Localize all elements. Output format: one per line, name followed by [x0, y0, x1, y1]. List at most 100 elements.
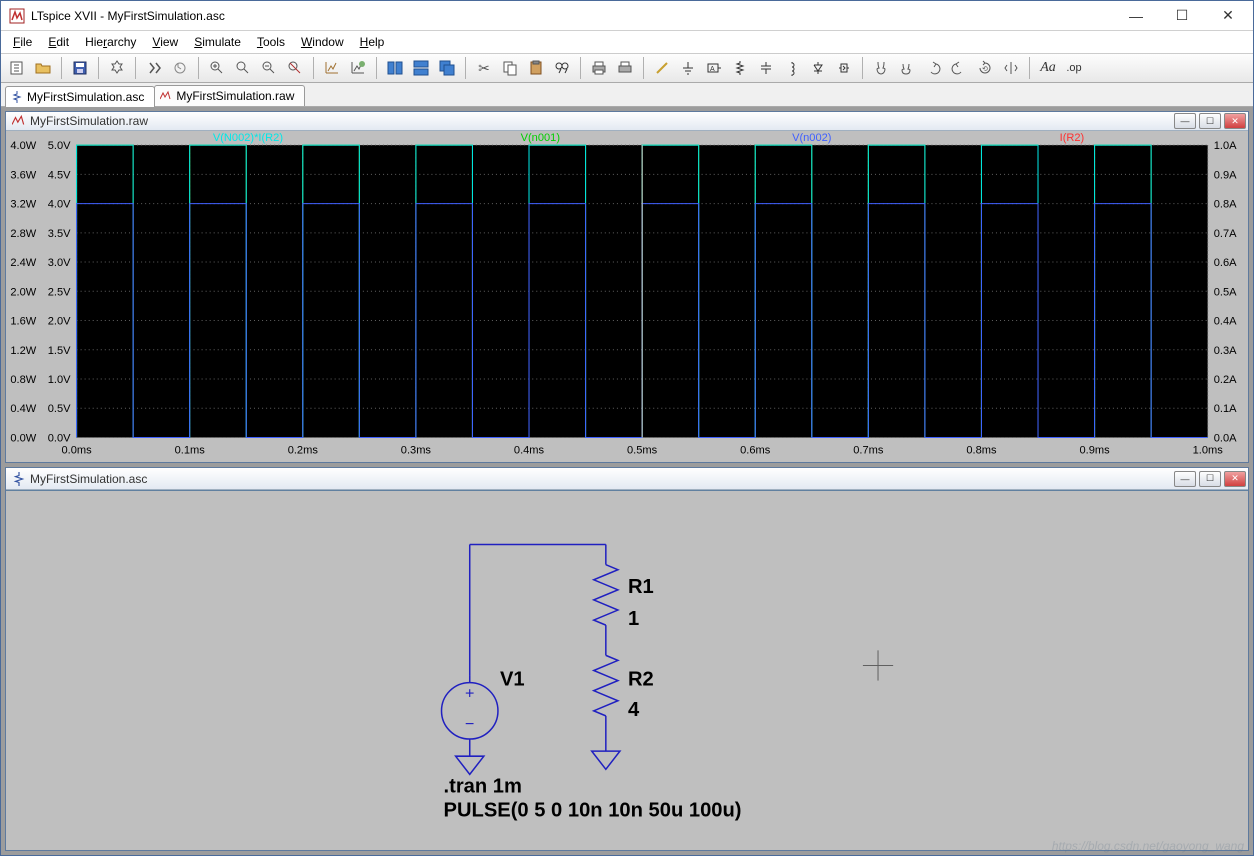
- move-button[interactable]: [869, 56, 893, 80]
- capacitor-button[interactable]: [754, 56, 778, 80]
- svg-text:0.5A: 0.5A: [1214, 287, 1237, 299]
- menu-hierarchy[interactable]: Hierarchy: [77, 33, 144, 51]
- waveform-minimize-button[interactable]: —: [1174, 113, 1196, 129]
- watermark: https://blog.csdn.net/gaoyong_wang: [1052, 839, 1244, 853]
- svg-text:1.0ms: 1.0ms: [1193, 445, 1224, 457]
- component-button[interactable]: [832, 56, 856, 80]
- waveform-icon: [12, 114, 26, 128]
- svg-text:4.0W: 4.0W: [10, 140, 36, 152]
- menu-file[interactable]: File: [5, 33, 40, 51]
- window-minimize-button[interactable]: —: [1113, 1, 1159, 31]
- redo-button[interactable]: [947, 56, 971, 80]
- svg-text:⟲: ⟲: [982, 66, 988, 73]
- add-trace-button[interactable]: [346, 56, 370, 80]
- control-panel-button[interactable]: [105, 56, 129, 80]
- zoom-fit-button[interactable]: [283, 56, 307, 80]
- diode-button[interactable]: [806, 56, 830, 80]
- pan-button[interactable]: [231, 56, 255, 80]
- svg-text:0.0V: 0.0V: [48, 433, 71, 445]
- ground-button[interactable]: [676, 56, 700, 80]
- svg-text:0.8A: 0.8A: [1214, 199, 1237, 211]
- svg-text:4: 4: [628, 699, 640, 721]
- tile-horizontal-button[interactable]: [409, 56, 433, 80]
- tab-label: MyFirstSimulation.asc: [27, 90, 144, 104]
- svg-text:3.0V: 3.0V: [48, 257, 71, 269]
- svg-text:−: −: [465, 715, 474, 733]
- cut-button[interactable]: ✂: [472, 56, 496, 80]
- svg-text:0.3ms: 0.3ms: [401, 445, 432, 457]
- svg-text:0.5V: 0.5V: [48, 404, 71, 416]
- new-schematic-button[interactable]: [5, 56, 29, 80]
- svg-text:0.7ms: 0.7ms: [853, 445, 884, 457]
- schematic-canvas[interactable]: +−V1R11R24.tran 1mPULSE(0 5 0 10n 10n 50…: [6, 491, 1248, 850]
- waveform-maximize-button[interactable]: ☐: [1199, 113, 1221, 129]
- inductor-button[interactable]: [780, 56, 804, 80]
- tile-windows-button[interactable]: [383, 56, 407, 80]
- print-setup-button[interactable]: [613, 56, 637, 80]
- undo-button[interactable]: [921, 56, 945, 80]
- save-button[interactable]: [68, 56, 92, 80]
- svg-text:I(R2): I(R2): [1060, 132, 1085, 144]
- drag-button[interactable]: [895, 56, 919, 80]
- waveform-titlebar[interactable]: MyFirstSimulation.raw — ☐ ✕: [6, 112, 1248, 131]
- schematic-maximize-button[interactable]: ☐: [1199, 471, 1221, 487]
- window-titlebar: LTspice XVII - MyFirstSimulation.asc — ☐…: [1, 1, 1253, 31]
- menu-help[interactable]: Help: [352, 33, 393, 51]
- svg-text:A: A: [710, 66, 715, 73]
- svg-text:0.6A: 0.6A: [1214, 257, 1237, 269]
- waveform-plot[interactable]: V(N002)*I(R2)V(n001)V(n002)I(R2)4.0W3.6W…: [6, 131, 1248, 462]
- waveform-window: MyFirstSimulation.raw — ☐ ✕ V(N002)*I(R2…: [5, 111, 1249, 463]
- cascade-windows-button[interactable]: [435, 56, 459, 80]
- find-button[interactable]: [550, 56, 574, 80]
- window-maximize-button[interactable]: ☐: [1159, 1, 1205, 31]
- menu-tools[interactable]: Tools: [249, 33, 293, 51]
- run-button[interactable]: [142, 56, 166, 80]
- svg-text:0.1A: 0.1A: [1214, 404, 1237, 416]
- svg-text:0.4W: 0.4W: [10, 404, 36, 416]
- schematic-titlebar[interactable]: MyFirstSimulation.asc — ☐ ✕: [6, 468, 1248, 490]
- open-button[interactable]: [31, 56, 55, 80]
- svg-text:2.0V: 2.0V: [48, 316, 71, 328]
- svg-text:0.0ms: 0.0ms: [61, 445, 92, 457]
- draw-wire-button[interactable]: [650, 56, 674, 80]
- svg-text:0.2ms: 0.2ms: [288, 445, 319, 457]
- svg-text:0.6ms: 0.6ms: [740, 445, 771, 457]
- schematic-close-button[interactable]: ✕: [1224, 471, 1246, 487]
- menu-window[interactable]: Window: [293, 33, 352, 51]
- svg-text:0.8W: 0.8W: [10, 374, 36, 386]
- svg-text:0.4A: 0.4A: [1214, 316, 1237, 328]
- menu-simulate[interactable]: Simulate: [186, 33, 249, 51]
- tab-schematic[interactable]: MyFirstSimulation.asc: [5, 86, 155, 107]
- schematic-minimize-button[interactable]: —: [1174, 471, 1196, 487]
- menu-edit[interactable]: Edit: [40, 33, 77, 51]
- svg-text:0.9ms: 0.9ms: [1079, 445, 1110, 457]
- window-title: LTspice XVII - MyFirstSimulation.asc: [31, 9, 225, 23]
- tab-waveform[interactable]: MyFirstSimulation.raw: [154, 85, 305, 106]
- paste-button[interactable]: [524, 56, 548, 80]
- tab-label: MyFirstSimulation.raw: [176, 89, 294, 103]
- text-button[interactable]: Aa: [1036, 56, 1060, 80]
- waveform-title: MyFirstSimulation.raw: [30, 114, 1171, 128]
- zoom-out-button[interactable]: [257, 56, 281, 80]
- label-net-button[interactable]: A: [702, 56, 726, 80]
- svg-text:3.6W: 3.6W: [10, 170, 36, 182]
- autorange-button[interactable]: [320, 56, 344, 80]
- svg-text:1.2W: 1.2W: [10, 345, 36, 357]
- svg-text:0.0A: 0.0A: [1214, 433, 1237, 445]
- spice-directive-button[interactable]: .op: [1062, 56, 1086, 80]
- print-button[interactable]: [587, 56, 611, 80]
- svg-text:0.4ms: 0.4ms: [514, 445, 545, 457]
- zoom-in-button[interactable]: [205, 56, 229, 80]
- schematic-icon: [11, 91, 23, 103]
- schematic-title: MyFirstSimulation.asc: [30, 472, 1171, 486]
- mirror-button[interactable]: [999, 56, 1023, 80]
- resistor-button[interactable]: [728, 56, 752, 80]
- window-close-button[interactable]: ✕: [1205, 1, 1251, 31]
- svg-text:2.0W: 2.0W: [10, 287, 36, 299]
- rotate-button[interactable]: ⟲: [973, 56, 997, 80]
- svg-text:3.5V: 3.5V: [48, 228, 71, 240]
- waveform-close-button[interactable]: ✕: [1224, 113, 1246, 129]
- menu-view[interactable]: View: [144, 33, 186, 51]
- copy-button[interactable]: [498, 56, 522, 80]
- halt-button[interactable]: [168, 56, 192, 80]
